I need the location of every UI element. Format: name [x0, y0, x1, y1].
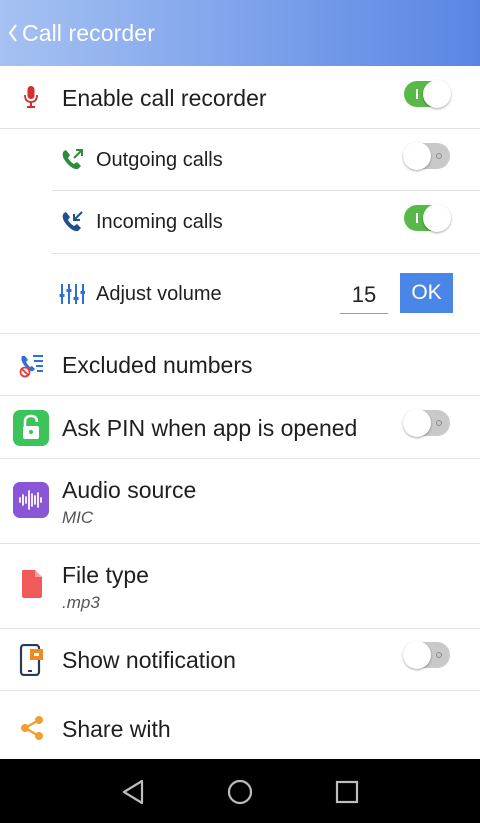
incoming-calls-toggle[interactable]	[404, 204, 451, 232]
notification-phone-icon	[17, 643, 47, 677]
file-icon	[20, 569, 44, 599]
audio-source-value: MIC	[62, 508, 94, 527]
audio-source-label[interactable]: Audio source	[62, 477, 196, 504]
divider	[52, 253, 480, 254]
enable-recorder-toggle[interactable]	[404, 80, 451, 108]
nav-back-icon[interactable]	[116, 775, 150, 809]
divider	[0, 628, 480, 629]
audio-waveform-icon	[13, 482, 49, 518]
divider	[0, 333, 480, 334]
page-title: Call recorder	[22, 19, 155, 46]
incoming-call-icon	[58, 208, 86, 236]
volume-ok-button[interactable]: OK	[400, 273, 453, 313]
divider	[0, 128, 480, 129]
share-icon	[18, 714, 46, 742]
divider	[0, 690, 480, 691]
system-nav-bar	[0, 759, 480, 823]
excluded-numbers-icon	[18, 351, 46, 379]
excluded-numbers-label[interactable]: Excluded numbers	[62, 352, 253, 379]
volume-sliders-icon	[58, 281, 86, 307]
app-header: Call recorder	[0, 0, 480, 66]
nav-recents-icon[interactable]	[330, 775, 364, 809]
share-with-label[interactable]: Share with	[62, 716, 171, 743]
chevron-left-icon[interactable]	[4, 18, 22, 48]
incoming-calls-label: Incoming calls	[96, 211, 223, 233]
outgoing-calls-toggle[interactable]	[403, 142, 450, 170]
lock-icon	[13, 410, 49, 446]
divider	[0, 458, 480, 459]
enable-recorder-label: Enable call recorder	[62, 85, 267, 111]
volume-input[interactable]	[340, 277, 388, 314]
show-notification-label: Show notification	[62, 647, 236, 673]
file-type-value: .mp3	[62, 593, 100, 612]
ask-pin-label: Ask PIN when app is opened	[62, 415, 358, 441]
divider	[0, 543, 480, 544]
divider	[0, 395, 480, 396]
microphone-icon	[20, 84, 42, 110]
adjust-volume-label: Adjust volume	[96, 283, 222, 305]
outgoing-call-icon	[58, 146, 86, 174]
show-notification-toggle[interactable]	[403, 641, 450, 669]
file-type-label[interactable]: File type	[62, 562, 149, 589]
divider	[52, 190, 480, 191]
outgoing-calls-label: Outgoing calls	[96, 149, 223, 171]
nav-home-icon[interactable]	[223, 775, 257, 809]
ask-pin-toggle[interactable]	[403, 409, 450, 437]
